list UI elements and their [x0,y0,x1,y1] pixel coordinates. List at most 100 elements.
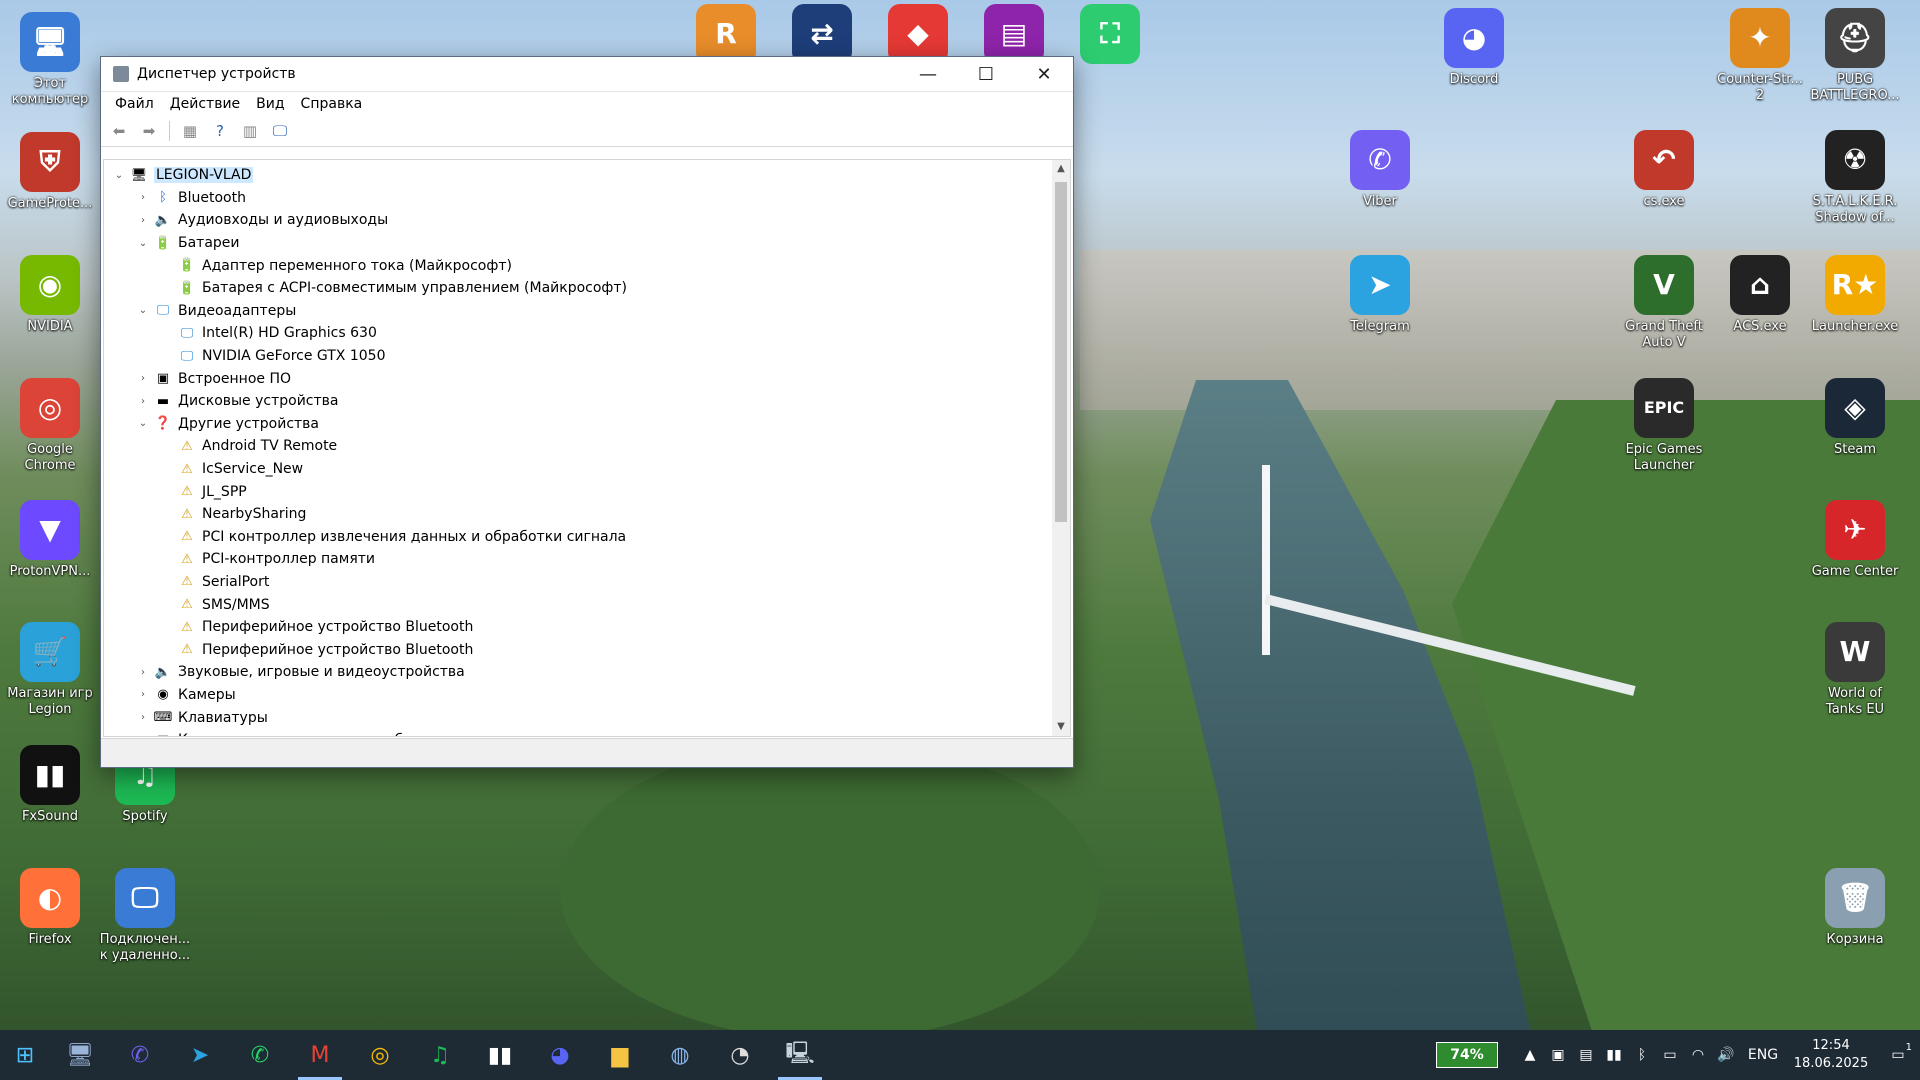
taskbar-spotify[interactable]: ♫ [410,1030,470,1080]
menu-view[interactable]: Вид [248,96,292,112]
taskbar-fxsound[interactable]: ▮▮ [470,1030,530,1080]
desktop-icon[interactable]: ◉ NVIDIA [4,255,96,335]
desktop-icon[interactable]: ⌂ ACS.exe [1714,255,1806,335]
maximize-button[interactable]: ☐ [957,57,1015,91]
tree-row[interactable]: › ▬ Дисковые устройства [104,390,1048,413]
properties-icon[interactable]: ▦ [178,120,202,142]
tree-row[interactable]: ⌄ 🖵 Видеоадаптеры [104,300,1048,323]
desktop-icon[interactable]: ◕ Discord [1428,8,1520,88]
desktop-icon[interactable]: ⛨ GameProte... [4,132,96,212]
expand-icon[interactable]: › [136,192,150,203]
tree-row[interactable]: › ᛒ Bluetooth [104,187,1048,210]
desktop-icon[interactable]: ✆ Viber [1334,130,1426,210]
tree-row[interactable]: 🔋 Батарея с ACPI-совместимым управлением … [104,277,1048,300]
tree-row[interactable]: ⚠ JL_SPP [104,480,1048,503]
scroll-down-icon[interactable]: ▼ [1052,718,1070,736]
desktop-icon[interactable]: R★ Launcher.exe [1809,255,1901,335]
expand-icon[interactable]: › [136,396,150,407]
minimize-button[interactable]: — [899,57,957,91]
back-icon[interactable]: ⬅ [107,120,131,142]
tree-row[interactable]: ⚠ Android TV Remote [104,435,1048,458]
collapse-icon[interactable]: ⌄ [136,305,150,316]
desktop-icon[interactable]: ✦ Counter-Str... 2 [1714,8,1806,104]
collapse-icon[interactable]: ⌄ [112,170,126,181]
desktop-icon-partial[interactable]: ⛶ [1064,4,1156,68]
tree-row[interactable]: ⚠ SMS/MMS [104,593,1048,616]
taskbar-discord[interactable]: ◕ [530,1030,590,1080]
title-bar[interactable]: Диспетчер устройств — ☐ ✕ [101,57,1073,92]
taskbar-speedometer[interactable]: ◔ [710,1030,770,1080]
tree-row[interactable]: ⚠ NearbySharing [104,503,1048,526]
tree-row[interactable]: ⚠ IcService_New [104,458,1048,481]
scan-hardware-icon[interactable]: 🖵 [268,120,292,142]
desktop-icon[interactable]: ⛑ PUBG BATTLEGRO... [1809,8,1901,104]
battery-indicator[interactable]: 74% [1436,1042,1498,1068]
tray-icon[interactable]: ▲ [1516,1047,1544,1063]
desktop-icon[interactable]: 🖵 Подключен... к удаленно... [99,868,191,964]
help-icon[interactable]: ? [208,120,232,142]
tree-row[interactable]: ⚠ Периферийное устройство Bluetooth [104,638,1048,661]
desktop-icon[interactable]: ☢ S.T.A.L.K.E.R. Shadow of... [1809,130,1901,226]
desktop-icon[interactable]: ▼ ProtonVPN... [4,500,96,580]
tree-row[interactable]: 🔋 Адаптер переменного тока (Майкрософт) [104,254,1048,277]
desktop-icon[interactable]: ◐ Firefox [4,868,96,948]
expand-icon[interactable]: › [136,373,150,384]
tray-icon[interactable]: ▭ [1656,1047,1684,1063]
tray-icon[interactable]: ◠ [1684,1047,1712,1063]
tree-row[interactable]: ⚠ SerialPort [104,571,1048,594]
expand-icon[interactable]: › [136,712,150,723]
desktop-icon[interactable]: 🗑 Корзина [1809,868,1901,948]
desktop-icon[interactable]: ➤ Telegram [1334,255,1426,335]
tree-row[interactable]: ⌄ 🔋 Батареи [104,232,1048,255]
close-button[interactable]: ✕ [1015,57,1073,91]
tree-row[interactable]: › ▦ Компоненты программного обеспечения [104,729,1048,736]
desktop-icon[interactable]: ◎ Google Chrome [4,378,96,474]
expand-icon[interactable]: › [136,735,150,736]
taskbar-explorer[interactable]: ▆ [590,1030,650,1080]
desktop-icon[interactable]: ▮▮ FxSound [4,745,96,825]
taskbar-gmail[interactable]: M [290,1030,350,1080]
tree-row[interactable]: ⚠ Периферийное устройство Bluetooth [104,616,1048,639]
taskbar-device-manager[interactable]: 🖳 [770,1030,830,1080]
update-driver-icon[interactable]: ▥ [238,120,262,142]
desktop-icon[interactable]: W World of Tanks EU [1809,622,1901,718]
language-indicator[interactable]: ENG [1740,1047,1786,1063]
desktop-icon[interactable]: V Grand Theft Auto V [1618,255,1710,351]
menu-file[interactable]: Файл [107,96,162,112]
desktop-icon[interactable]: 🖥 Этот компьютер [4,12,96,108]
tree-row[interactable]: › ⌨ Клавиатуры [104,706,1048,729]
tray-icon[interactable]: 🔊 [1712,1047,1740,1063]
vertical-scrollbar[interactable]: ▲ ▼ [1052,160,1070,736]
tree-row[interactable]: › 🔈 Аудиовходы и аудиовыходы [104,209,1048,232]
desktop-icon[interactable]: EPIC Epic Games Launcher [1618,378,1710,474]
expand-icon[interactable]: › [136,667,150,678]
desktop-icon[interactable]: ◈ Steam [1809,378,1901,458]
taskbar-whatsapp[interactable]: ✆ [230,1030,290,1080]
tree-row[interactable]: › ◉ Камеры [104,684,1048,707]
tree-row[interactable]: ⌄ ❓ Другие устройства [104,413,1048,436]
tray-icon[interactable]: ▣ [1544,1047,1572,1063]
taskbar-telegram[interactable]: ➤ [170,1030,230,1080]
tree-row[interactable]: ⚠ PCI контроллер извлечения данных и обра… [104,526,1048,549]
desktop-icon[interactable]: ✈ Game Center [1809,500,1901,580]
tree-row[interactable]: › ▣ Встроенное ПО [104,367,1048,390]
taskbar-paint[interactable]: ◍ [650,1030,710,1080]
desktop-icon[interactable]: 🛒 Магазин игр Legion [4,622,96,718]
tree-row[interactable]: 🖵 Intel(R) HD Graphics 630 [104,322,1048,345]
expand-icon[interactable]: › [136,215,150,226]
menu-action[interactable]: Действие [162,96,248,112]
forward-icon[interactable]: ➡ [137,120,161,142]
expand-icon[interactable]: › [136,689,150,700]
collapse-icon[interactable]: ⌄ [136,418,150,429]
clock[interactable]: 12:54 18.06.2025 [1786,1037,1876,1073]
device-manager-window[interactable]: Диспетчер устройств — ☐ ✕ Файл Действие … [100,56,1074,768]
desktop-icon[interactable]: ↶ cs.exe [1618,130,1710,210]
scroll-up-icon[interactable]: ▲ [1052,160,1070,178]
scroll-thumb[interactable] [1055,182,1067,522]
tree-row[interactable]: › 🔈 Звуковые, игровые и видеоустройства [104,661,1048,684]
tree-row[interactable]: ⚠ PCI-контроллер памяти [104,548,1048,571]
notification-icon[interactable]: ▭ 1 [1876,1042,1920,1063]
tray-icon[interactable]: ▮▮ [1600,1047,1628,1063]
taskbar-viber[interactable]: ✆ [110,1030,170,1080]
tray-icon[interactable]: ▤ [1572,1047,1600,1063]
